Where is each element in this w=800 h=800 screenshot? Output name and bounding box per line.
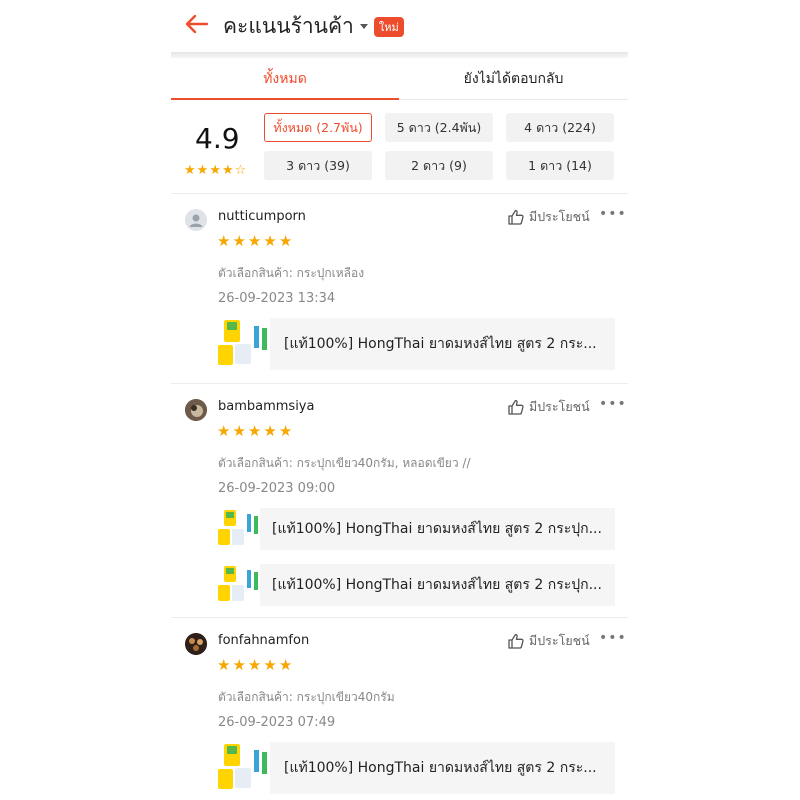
default-user-icon xyxy=(189,214,203,227)
average-score: 4.9 xyxy=(195,122,240,155)
helpful-button[interactable]: มีประโยชน์ xyxy=(507,631,590,651)
star-icon: ★ xyxy=(209,163,221,178)
review-username: fonfahnamfon xyxy=(218,633,310,648)
star-icon: ★ xyxy=(278,422,293,440)
review-date: 26-09-2023 13:34 xyxy=(218,291,336,306)
caret-down-icon xyxy=(359,24,368,29)
product-name: [แท้100%] HongThai ยาดมหงส์ไทย สูตร 2 กร… xyxy=(272,521,602,537)
review-stars: ★ ★ ★ ★ ★ xyxy=(217,232,292,250)
page-title: คะแนนร้านค้า xyxy=(223,14,354,38)
star-icon: ★ xyxy=(232,232,246,250)
product-thumbnail xyxy=(218,508,260,550)
product-thumbnail xyxy=(218,742,270,794)
average-stars: ★ ★ ★ ★ ☆ xyxy=(184,163,246,178)
filter-4-star[interactable]: 4 ดาว (224) xyxy=(506,113,614,142)
review-variant: ตัวเลือกสินค้า: กระปุกเขียว40กรัม xyxy=(218,690,395,704)
product-thumbnail xyxy=(218,318,270,370)
star-icon: ★ xyxy=(196,163,209,178)
helpful-label: มีประโยชน์ xyxy=(529,209,590,224)
helpful-button[interactable]: มีประโยชน์ xyxy=(507,397,590,417)
star-icon: ★ xyxy=(247,422,262,440)
star-icon: ★ xyxy=(247,656,262,674)
helpful-label: มีประโยชน์ xyxy=(529,633,590,648)
more-options-icon[interactable]: ••• xyxy=(599,630,627,646)
thumbs-up-icon xyxy=(508,633,524,649)
avatar[interactable] xyxy=(185,399,207,421)
tab-bar: ทั้งหมด ยังไม่ได้ตอบกลับ xyxy=(171,58,628,100)
avatar[interactable] xyxy=(185,209,207,231)
page-title-dropdown[interactable]: คะแนนร้านค้า ใหม่ xyxy=(223,10,404,43)
rating-summary: 4.9 ★ ★ ★ ★ ☆ ทั้งหมด (2.7พัน) 5 ดาว (2.… xyxy=(171,100,628,194)
star-icon: ★ xyxy=(278,656,293,674)
star-icon: ★ xyxy=(217,232,231,250)
back-arrow-icon[interactable] xyxy=(183,10,211,38)
avatar[interactable] xyxy=(185,633,207,655)
helpful-button[interactable]: มีประโยชน์ xyxy=(507,207,590,227)
thumbs-up-icon xyxy=(508,209,524,225)
review-variant: ตัวเลือกสินค้า: กระปุกเขียว40กรัม, หลอดเ… xyxy=(218,456,471,470)
star-icon: ★ xyxy=(221,163,234,178)
star-icon: ★ xyxy=(278,232,293,250)
new-badge: ใหม่ xyxy=(373,16,404,37)
review-stars: ★ ★ ★ ★ ★ xyxy=(217,422,292,440)
star-icon: ★ xyxy=(232,422,246,440)
review-date: 26-09-2023 07:49 xyxy=(218,715,336,730)
tab-not-replied[interactable]: ยังไม่ได้ตอบกลับ xyxy=(399,58,628,100)
product-name: [แท้100%] HongThai ยาดมหงส์ไทย สูตร 2 กร… xyxy=(284,760,597,776)
product-link[interactable]: [แท้100%] HongThai ยาดมหงส์ไทย สูตร 2 กร… xyxy=(218,508,615,550)
product-link[interactable]: [แท้100%] HongThai ยาดมหงส์ไทย สูตร 2 กร… xyxy=(218,742,615,794)
star-outline-icon: ☆ xyxy=(234,163,247,178)
star-icon: ★ xyxy=(263,656,277,674)
star-icon: ★ xyxy=(217,422,231,440)
profile-photo-icon xyxy=(185,399,207,421)
review-username: nutticumporn xyxy=(218,209,306,224)
star-icon: ★ xyxy=(263,232,277,250)
review-item: bambammsiya มีประโยชน์ ••• ★ ★ ★ ★ ★ ตัวเลือ… xyxy=(171,384,628,618)
more-options-icon[interactable]: ••• xyxy=(599,396,627,412)
tab-all[interactable]: ทั้งหมด xyxy=(171,58,399,100)
helpful-label: มีประโยชน์ xyxy=(529,399,590,414)
star-icon: ★ xyxy=(263,422,277,440)
filter-1-star[interactable]: 1 ดาว (14) xyxy=(506,151,614,180)
review-variant: ตัวเลือกสินค้า: กระปุกเหลือง xyxy=(218,266,365,280)
more-options-icon[interactable]: ••• xyxy=(599,206,627,222)
profile-photo-icon xyxy=(185,633,207,655)
filter-2-star[interactable]: 2 ดาว (9) xyxy=(385,151,493,180)
review-username: bambammsiya xyxy=(218,399,315,414)
review-date: 26-09-2023 09:00 xyxy=(218,481,336,496)
product-link[interactable]: [แท้100%] HongThai ยาดมหงส์ไทย สูตร 2 กร… xyxy=(218,318,615,370)
filter-5-star[interactable]: 5 ดาว (2.4พัน) xyxy=(385,113,493,142)
header-bar: คะแนนร้านค้า ใหม่ xyxy=(171,0,628,52)
product-name: [แท้100%] HongThai ยาดมหงส์ไทย สูตร 2 กร… xyxy=(272,577,602,593)
review-item: nutticumporn มีประโยชน์ ••• ★ ★ ★ ★ ★ ตัวเลื… xyxy=(171,194,628,384)
product-thumbnail xyxy=(218,564,260,606)
star-icon: ★ xyxy=(217,656,231,674)
review-item: fonfahnamfon มีประโยชน์ ••• ★ ★ ★ ★ ★ ตัวเลื… xyxy=(171,618,628,800)
product-name: [แท้100%] HongThai ยาดมหงส์ไทย สูตร 2 กร… xyxy=(284,336,597,352)
star-icon: ★ xyxy=(184,163,196,178)
app-screen: คะแนนร้านค้า ใหม่ ทั้งหมด ยังไม่ได้ตอบกล… xyxy=(171,0,628,800)
product-link[interactable]: [แท้100%] HongThai ยาดมหงส์ไทย สูตร 2 กร… xyxy=(218,564,615,606)
filter-3-star[interactable]: 3 ดาว (39) xyxy=(264,151,372,180)
thumbs-up-icon xyxy=(508,399,524,415)
review-stars: ★ ★ ★ ★ ★ xyxy=(217,656,292,674)
star-icon: ★ xyxy=(247,232,262,250)
star-icon: ★ xyxy=(232,656,246,674)
filter-all[interactable]: ทั้งหมด (2.7พัน) xyxy=(264,113,372,142)
